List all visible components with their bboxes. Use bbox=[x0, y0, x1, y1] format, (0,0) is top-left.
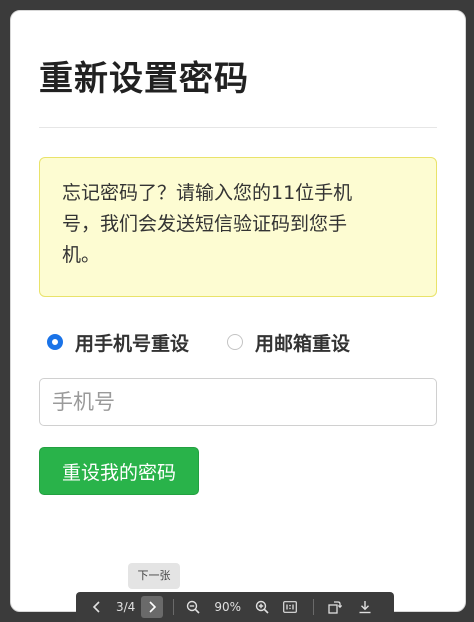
zoom-level: 90% bbox=[214, 600, 241, 614]
rotate-button[interactable] bbox=[324, 596, 346, 618]
zoom-out-button[interactable] bbox=[182, 596, 204, 618]
next-button[interactable] bbox=[141, 596, 164, 618]
rotate-icon bbox=[328, 600, 342, 614]
title-divider bbox=[39, 127, 437, 128]
download-icon bbox=[358, 600, 372, 614]
zoom-out-icon bbox=[186, 600, 200, 614]
next-tooltip: 下一张 bbox=[128, 563, 180, 589]
radio-email-unchecked[interactable] bbox=[227, 334, 244, 350]
info-notice: 忘记密码了？请输入您的11位手机号，我们会发送短信验证码到您手机。 bbox=[39, 157, 437, 297]
radio-option-phone[interactable]: 用手机号重设 bbox=[39, 329, 189, 356]
reset-password-button[interactable]: 重设我的密码 bbox=[39, 447, 199, 495]
prev-button[interactable] bbox=[86, 596, 108, 618]
radio-phone-checked[interactable] bbox=[47, 334, 63, 350]
chevron-right-icon bbox=[147, 601, 157, 613]
actual-size-icon bbox=[283, 601, 297, 613]
page-title: 重新设置密码 bbox=[39, 59, 249, 99]
zoom-in-button[interactable] bbox=[251, 596, 273, 618]
download-button[interactable] bbox=[354, 596, 376, 618]
zoom-in-icon bbox=[255, 600, 269, 614]
reset-password-card: 重新设置密码 忘记密码了？请输入您的11位手机号，我们会发送短信验证码到您手机。… bbox=[10, 10, 466, 612]
chevron-left-icon bbox=[92, 601, 102, 613]
radio-option-email[interactable]: 用邮箱重设 bbox=[219, 329, 350, 356]
image-viewer: 重新设置密码 忘记密码了？请输入您的11位手机号，我们会发送短信验证码到您手机。… bbox=[0, 0, 474, 622]
radio-phone-label: 用手机号重设 bbox=[75, 332, 190, 355]
radio-email-label: 用邮箱重设 bbox=[255, 332, 351, 355]
page-indicator: 3/4 bbox=[116, 600, 136, 614]
actual-size-button[interactable] bbox=[279, 596, 301, 618]
toolbar-separator bbox=[312, 599, 314, 615]
reset-method-group: 用手机号重设 用邮箱重设 bbox=[39, 327, 380, 357]
phone-input[interactable] bbox=[39, 378, 437, 426]
toolbar-separator bbox=[173, 599, 175, 615]
viewer-toolbar: 3/4 90% bbox=[76, 592, 394, 622]
